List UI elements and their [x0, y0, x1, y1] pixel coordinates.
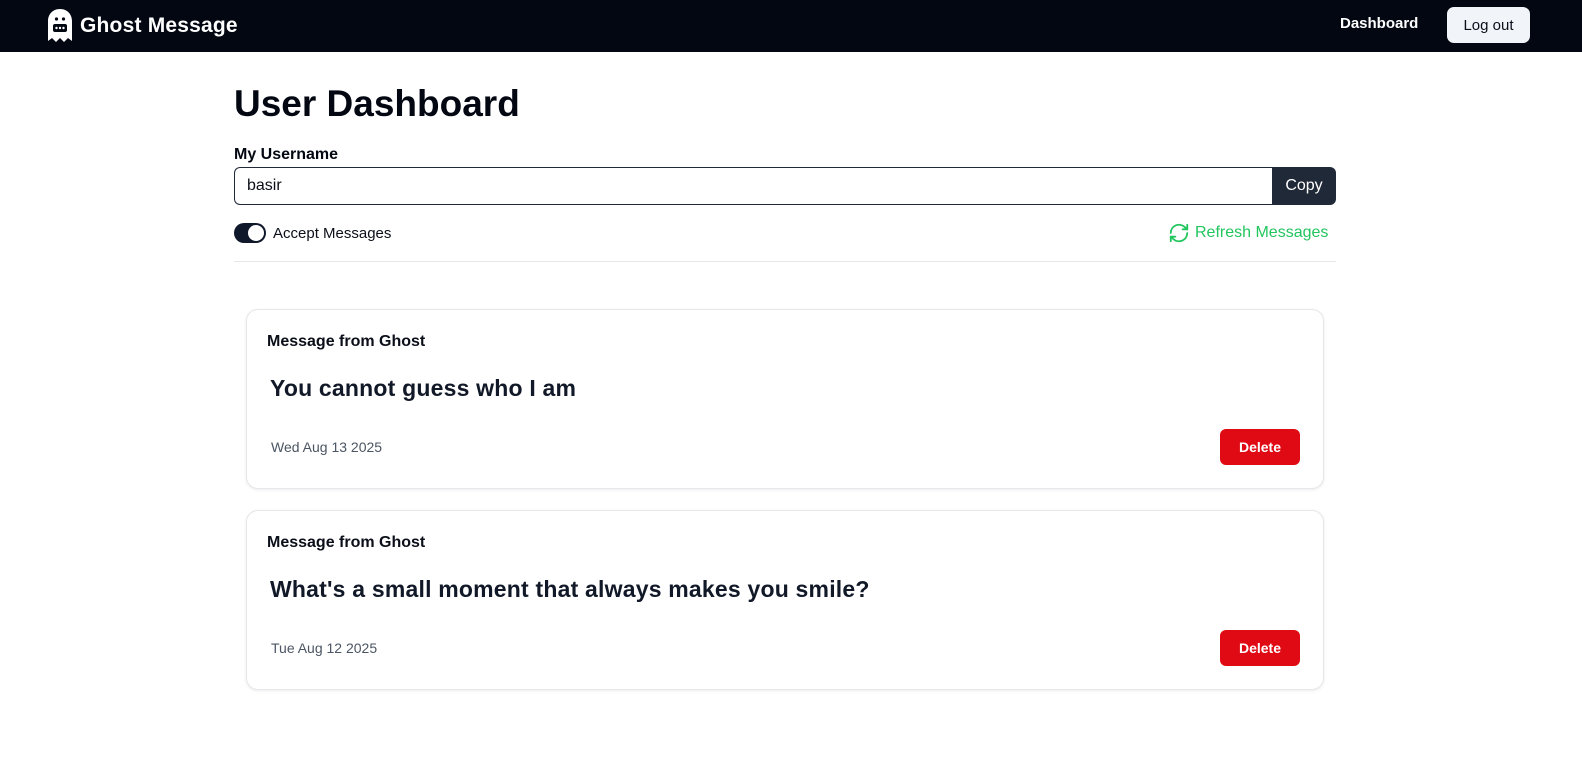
- refresh-messages-button[interactable]: Refresh Messages: [1168, 221, 1328, 245]
- brand-title: Ghost Message: [80, 14, 238, 37]
- message-date: Wed Aug 13 2025: [271, 439, 383, 455]
- accept-messages-switch[interactable]: [234, 223, 266, 243]
- username-input[interactable]: [234, 167, 1272, 205]
- navbar: Ghost Message Dashboard Log out: [0, 0, 1582, 52]
- nav-link-dashboard[interactable]: Dashboard: [1340, 15, 1418, 32]
- message-card-title: Message from Ghost: [267, 534, 426, 551]
- username-label: My Username: [234, 146, 339, 163]
- delete-button[interactable]: Delete: [1220, 630, 1300, 666]
- delete-button[interactable]: Delete: [1220, 429, 1300, 465]
- page-title: User Dashboard: [234, 83, 520, 124]
- switch-knob: [248, 225, 264, 241]
- username-row: Copy: [234, 167, 1336, 205]
- refresh-messages-label: Refresh Messages: [1195, 224, 1329, 241]
- brand[interactable]: Ghost Message: [45, 7, 238, 45]
- accept-messages-label: Accept Messages: [273, 224, 392, 242]
- ghost-icon: [45, 7, 75, 45]
- refresh-icon: [1168, 222, 1190, 244]
- logout-button[interactable]: Log out: [1447, 7, 1530, 43]
- copy-button[interactable]: Copy: [1272, 167, 1336, 205]
- divider: [234, 261, 1336, 262]
- message-content: What's a small moment that always makes …: [270, 576, 870, 602]
- accept-messages-row: Accept Messages: [234, 222, 391, 244]
- message-card: Message from Ghost What's a small moment…: [246, 510, 1324, 690]
- message-date: Tue Aug 12 2025: [271, 640, 378, 656]
- message-card-title: Message from Ghost: [267, 333, 426, 350]
- message-content: You cannot guess who I am: [270, 375, 577, 401]
- message-card: Message from Ghost You cannot guess who …: [246, 309, 1324, 489]
